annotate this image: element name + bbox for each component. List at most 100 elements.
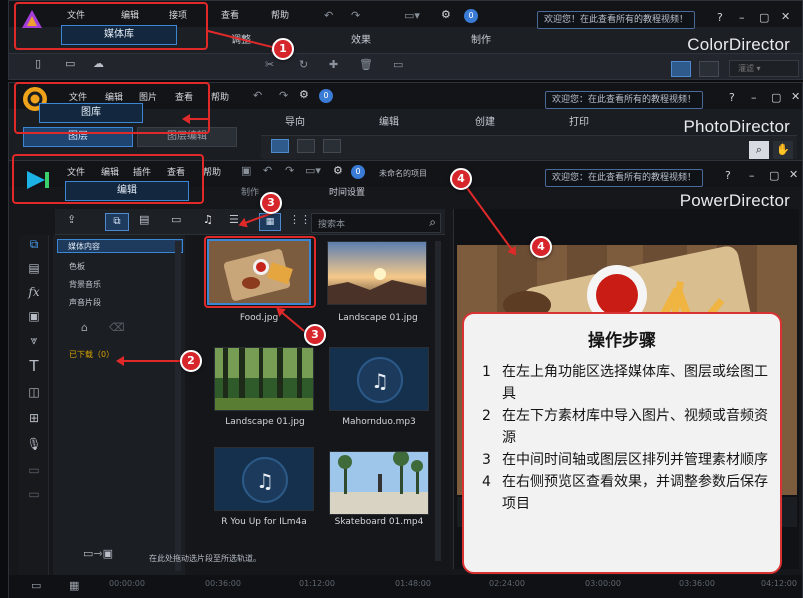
hand-tool-icon[interactable]: ✋ [773,141,793,159]
media-thumb-audio-1[interactable]: ♫ [329,347,429,411]
maximize-icon[interactable]: ▢ [771,91,781,104]
media-thumb-skateboard[interactable] [329,451,429,515]
minimize-icon[interactable]: – [739,11,745,24]
cd-tab-effects[interactable]: 效果 [351,31,371,46]
redo-icon[interactable]: ↷ [285,164,294,177]
tree-item-downloaded[interactable]: 已下载（0） [69,349,114,360]
close-icon[interactable]: ✕ [791,90,800,103]
pd-view-grid-button[interactable] [297,139,315,153]
pw-subtab-produce[interactable]: 制作 [241,185,259,198]
settings-gear-icon[interactable]: ⚙ [441,8,451,21]
filmstrip-icon[interactable]: ▤ [139,213,149,226]
microphone-icon[interactable]: 🎙 [25,435,43,453]
cd-view-single-button[interactable] [699,61,719,77]
text-icon[interactable]: T [25,357,43,375]
undo-icon[interactable]: ↶ [253,89,262,102]
cd-info-badge[interactable]: 0 [464,9,478,23]
insert-to-track-icon[interactable]: ▭⇾▣ [83,547,113,560]
mask-icon[interactable]: ⊞ [25,409,43,427]
close-icon[interactable]: ✕ [789,168,798,181]
new-project-icon[interactable]: ▯ [35,57,41,70]
export-icon[interactable]: ▭ [393,58,403,71]
pd-info-badge[interactable]: 0 [319,89,333,103]
timeline-view-icon[interactable]: ▭ [31,579,41,592]
display-mode-icon[interactable]: ▭▾ [305,164,321,177]
tree-item-background-music[interactable]: 背景音乐 [69,279,101,290]
cloud-icon[interactable]: ☁ [93,57,104,70]
delete-icon[interactable]: 🗑 [359,58,373,71]
settings-gear-icon[interactable]: ⚙ [333,164,343,177]
pd-view-timeline-button[interactable] [271,139,289,153]
crop-icon[interactable]: ✂ [265,58,274,71]
cd-menu-view[interactable]: 查看 [221,8,239,21]
help-icon[interactable]: ? [725,169,731,182]
save-icon[interactable]: ▣ [241,164,251,177]
close-icon[interactable]: ✕ [781,10,790,23]
remove-tag-icon[interactable]: ⌫ [109,321,125,334]
tree-item-media-content[interactable]: 媒体内容 [57,239,183,253]
particle-icon[interactable]: ▣ [25,307,43,325]
storyboard-icon[interactable]: ▦ [69,579,79,592]
maximize-icon[interactable]: ▢ [769,169,779,182]
cd-tab-produce[interactable]: 制作 [471,31,491,46]
tree-scrollbar[interactable] [175,241,181,571]
magnifier-icon[interactable]: ⌕ [749,141,769,159]
pw-menu-help[interactable]: 帮助 [203,165,221,178]
pd-tab-print[interactable]: 打印 [569,113,589,128]
media-scrollbar[interactable] [435,241,441,561]
move-icon[interactable]: ✚ [329,58,338,71]
pd-tab-create[interactable]: 创建 [475,113,495,128]
pd-welcome-banner[interactable]: 欢迎您：在此查看所有的教程视频！ [545,91,704,109]
media-room-icon[interactable]: ⧉ [105,213,129,231]
help-icon[interactable]: ? [717,11,723,24]
rotate-icon[interactable]: ↻ [299,58,308,71]
undo-icon[interactable]: ↶ [324,9,333,22]
media-caption: Mahornduo.mp3 [342,417,416,427]
subtitle-icon[interactable]: ▭ [25,485,43,503]
pd-tab-edit[interactable]: 编辑 [379,113,399,128]
minimize-icon[interactable]: – [749,169,755,182]
media-thumb-landscape-01[interactable] [327,241,427,305]
tree-item-sound-clips[interactable]: 声音片段 [69,297,101,308]
step-number: 2 [482,408,491,424]
chapter-icon[interactable]: ▭ [25,461,43,479]
fx-icon[interactable]: fx [25,283,43,301]
cd-welcome-banner[interactable]: 欢迎您！在此查看所有的教程视频！ [537,11,696,29]
svg-text:♫: ♫ [256,469,274,493]
music-note-icon[interactable]: ♫ [203,213,213,226]
media-caption: Food.jpg [239,313,279,323]
cd-menu-help[interactable]: 帮助 [271,8,289,21]
title-room-icon[interactable]: ▤ [25,259,43,277]
step-number: 4 [482,474,491,490]
settings-gear-icon[interactable]: ⚙ [299,88,309,101]
search-icon[interactable]: ⌕ [429,215,436,230]
redo-icon[interactable]: ↷ [351,9,360,22]
tree-item-color-board[interactable]: 色板 [69,261,85,272]
help-icon[interactable]: ? [729,91,735,104]
pw-welcome-banner[interactable]: 欢迎您：在此查看所有的教程视频！ [545,169,704,187]
pw-info-badge[interactable]: 0 [351,165,365,179]
media-icon[interactable]: ⧉ [25,235,43,253]
pd-tab-guide[interactable]: 导向 [285,113,305,128]
add-tag-icon[interactable]: ⌂ [81,321,88,334]
chart-icon[interactable]: ▭ [171,213,181,226]
callout-badge: 4 [530,236,552,258]
pd-menu-help[interactable]: 帮助 [211,90,229,103]
transition-icon[interactable]: ⩔ [25,331,43,349]
pd-view-list-button[interactable] [323,139,341,153]
media-thumb-audio-2[interactable]: ♫ [214,447,314,511]
thumbnail-view-icon[interactable]: ⋮⋮ [289,213,311,226]
undo-icon[interactable]: ↶ [263,164,272,177]
maximize-icon[interactable]: ▢ [759,11,769,24]
cd-mode-select[interactable]: 灌滤 ▾ [729,60,799,77]
minimize-icon[interactable]: – [751,91,757,104]
media-thumb-forest[interactable] [214,347,314,411]
pip-icon[interactable]: ◫ [25,383,43,401]
open-project-icon[interactable]: ▭ [65,57,75,70]
import-media-icon[interactable]: ⇪ [67,213,76,226]
display-mode-icon[interactable]: ▭▾ [404,9,420,22]
pw-subtab-time-settings[interactable]: 时间设置 [329,185,365,198]
pw-search-box[interactable]: 搜索本 ⌕ [311,213,441,233]
redo-icon[interactable]: ↷ [279,89,288,102]
cd-view-grid-button[interactable] [671,61,691,77]
